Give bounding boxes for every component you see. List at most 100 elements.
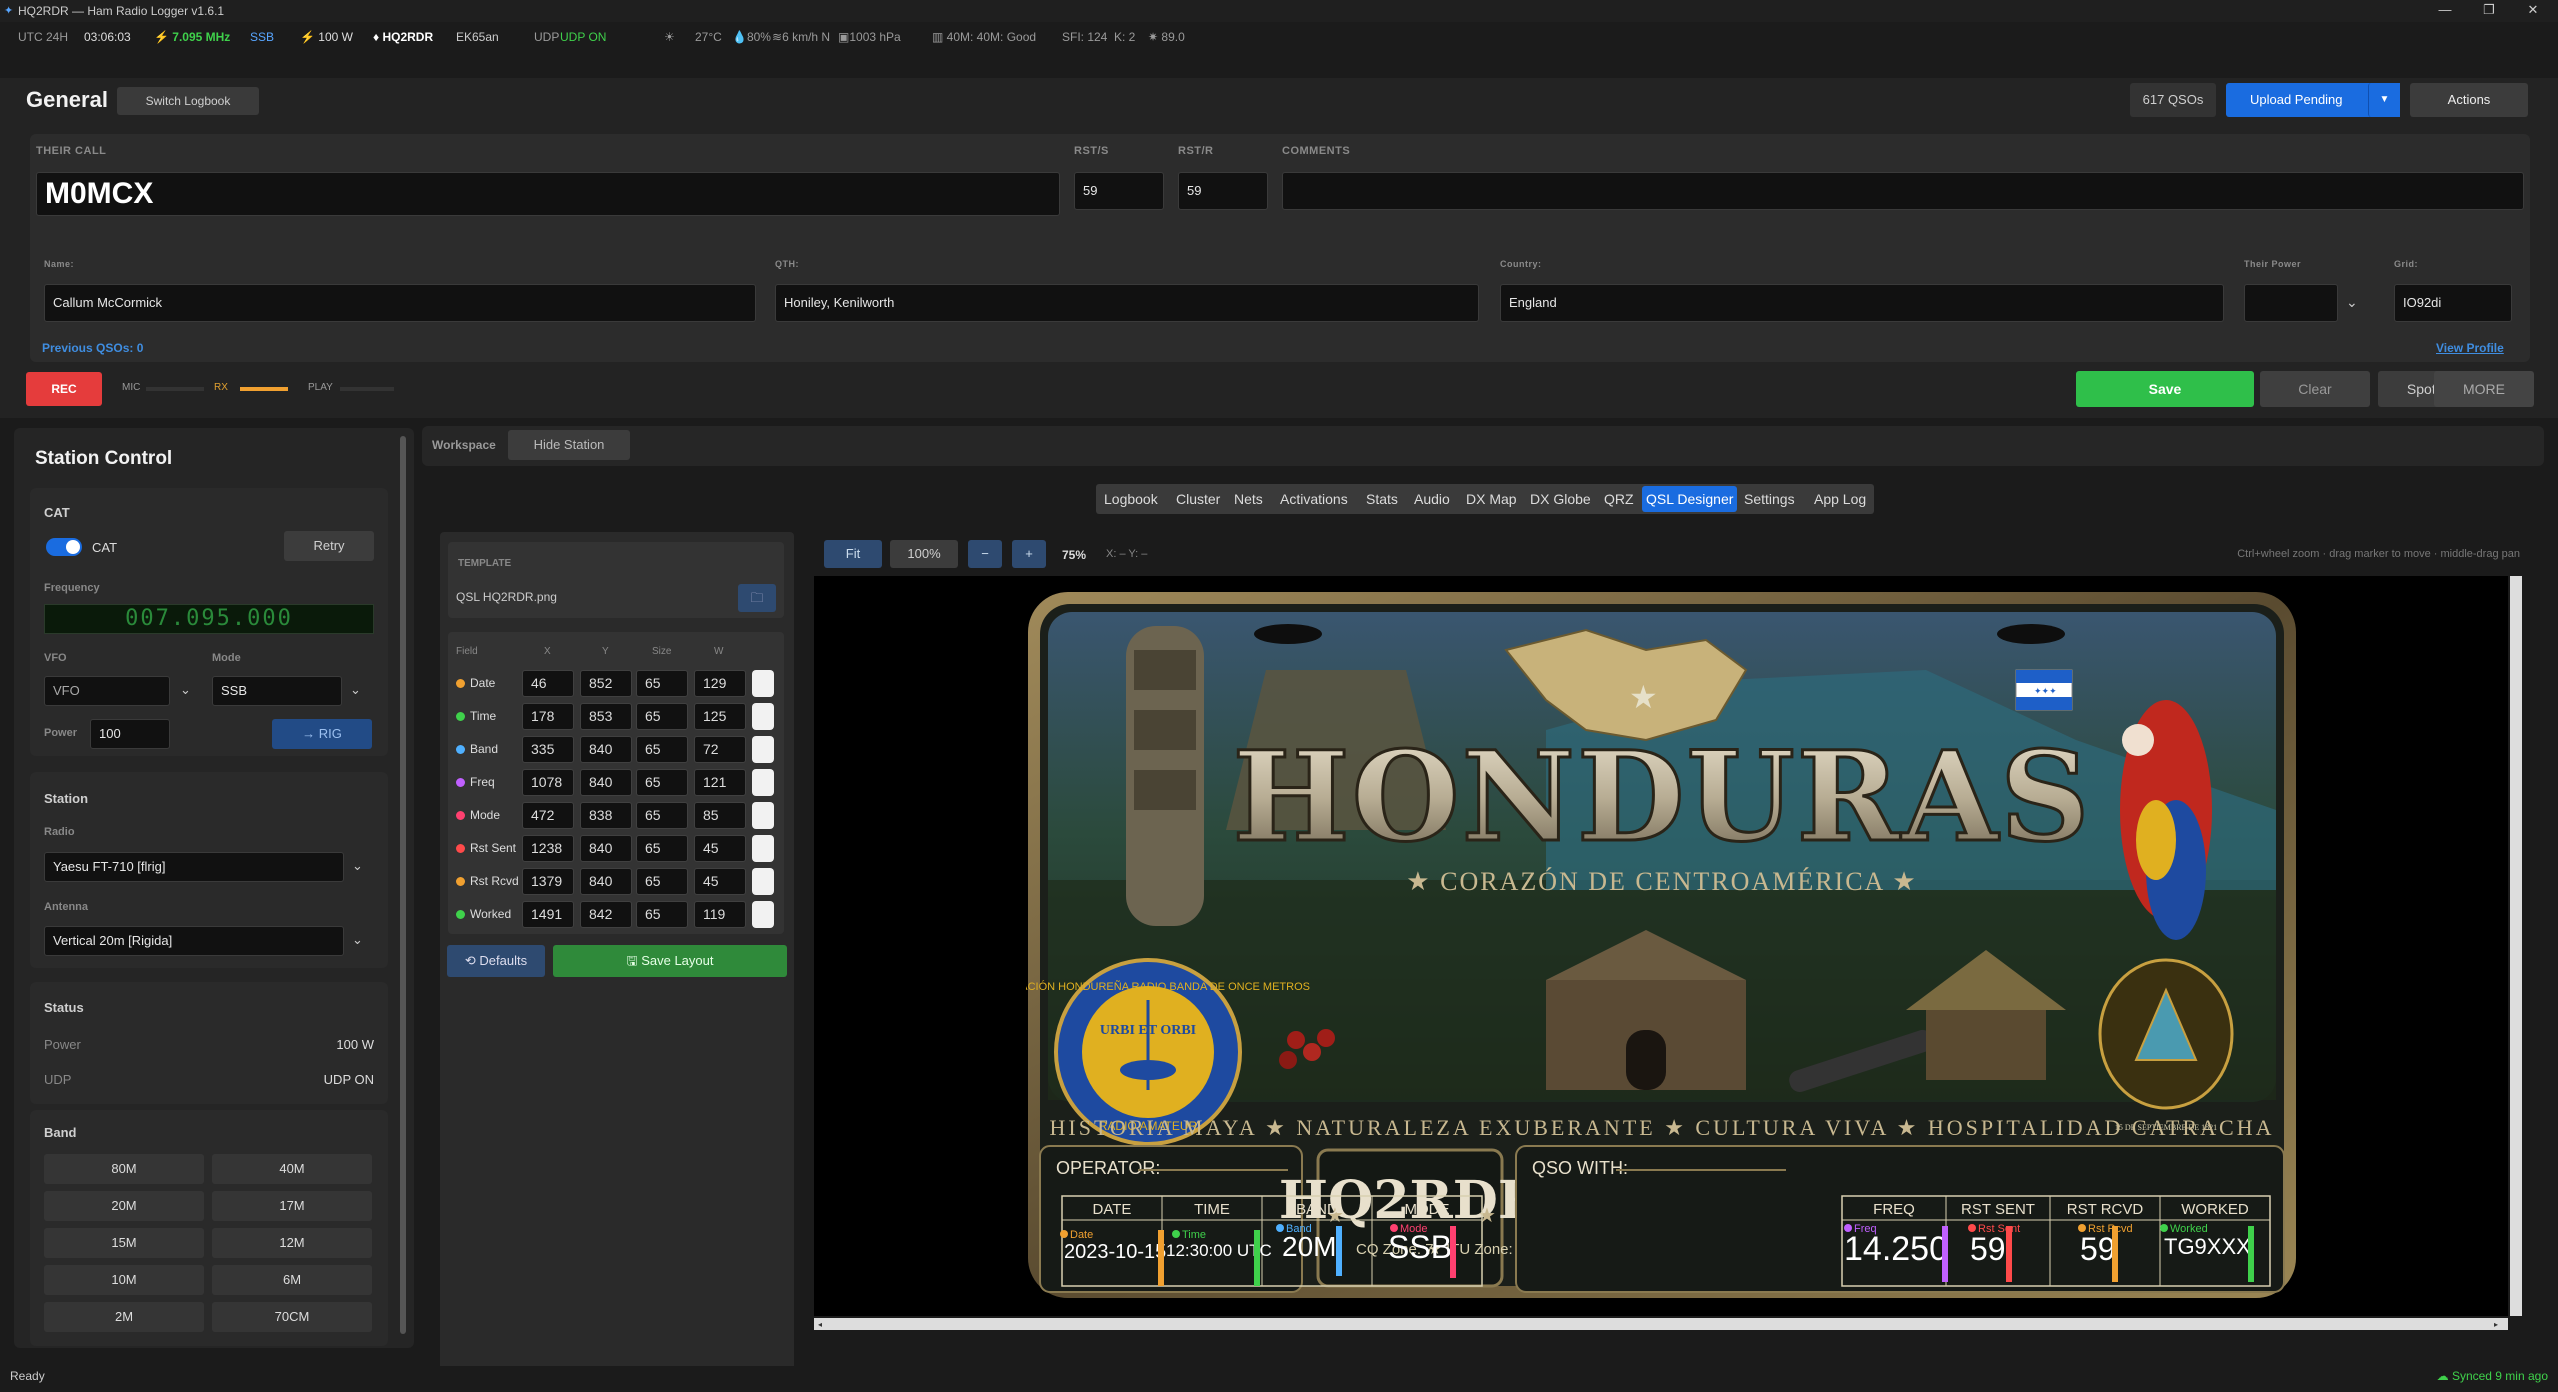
close-button[interactable]: ✕ bbox=[2518, 2, 2548, 18]
mode-w-input[interactable]: 85 bbox=[694, 802, 746, 829]
frequency-display[interactable]: 007.095.000 bbox=[44, 604, 374, 634]
rst-rcvd-visible-checkbox[interactable] bbox=[752, 868, 774, 895]
save-button[interactable]: Save bbox=[2076, 371, 2254, 407]
worked-visible-checkbox[interactable] bbox=[752, 901, 774, 928]
tab-logbook[interactable]: Logbook bbox=[1100, 486, 1162, 512]
tab-stats[interactable]: Stats bbox=[1362, 486, 1402, 512]
power-input[interactable]: 100 bbox=[90, 719, 170, 749]
worked-y-input[interactable]: 842 bbox=[580, 901, 632, 928]
band-button-6m[interactable]: 6M bbox=[212, 1265, 372, 1295]
antenna-select[interactable]: Vertical 20m [Rigida] bbox=[44, 926, 344, 956]
qth-input[interactable]: Honiley, Kenilworth bbox=[775, 284, 1479, 322]
band-button-70cm[interactable]: 70CM bbox=[212, 1302, 372, 1332]
time-size-input[interactable]: 65 bbox=[636, 703, 688, 730]
minimize-button[interactable]: — bbox=[2430, 2, 2460, 17]
band-size-input[interactable]: 65 bbox=[636, 736, 688, 763]
mode-x-input[interactable]: 472 bbox=[522, 802, 574, 829]
rst-sent-size-input[interactable]: 65 bbox=[636, 835, 688, 862]
zoom-in-button[interactable]: + bbox=[1012, 540, 1046, 568]
worked-size-input[interactable]: 65 bbox=[636, 901, 688, 928]
hide-station-button[interactable]: Hide Station bbox=[508, 430, 630, 460]
date-w-input[interactable]: 129 bbox=[694, 670, 746, 697]
country-input[interactable]: England bbox=[1500, 284, 2224, 322]
rst-sent-w-input[interactable]: 45 bbox=[694, 835, 746, 862]
rst-rcvd-y-input[interactable]: 840 bbox=[580, 868, 632, 895]
rst-sent-x-input[interactable]: 1238 bbox=[522, 835, 574, 862]
switch-logbook-button[interactable]: Switch Logbook bbox=[117, 87, 259, 115]
time-visible-checkbox[interactable] bbox=[752, 703, 774, 730]
zoom-100-button[interactable]: 100% bbox=[890, 540, 958, 568]
band-y-input[interactable]: 840 bbox=[580, 736, 632, 763]
comments-input[interactable] bbox=[1282, 172, 2524, 210]
retry-button[interactable]: Retry bbox=[284, 531, 374, 561]
scroll-right-icon[interactable]: ▸ bbox=[2494, 1320, 2498, 1329]
rst-sent-visible-checkbox[interactable] bbox=[752, 835, 774, 862]
date-x-input[interactable]: 46 bbox=[522, 670, 574, 697]
defaults-button[interactable]: ⟲ Defaults bbox=[447, 945, 545, 977]
rst-rcvd-input[interactable]: 59 bbox=[1178, 172, 1268, 210]
mode-select[interactable]: SSB bbox=[212, 676, 342, 706]
time-y-input[interactable]: 853 bbox=[580, 703, 632, 730]
mode-size-input[interactable]: 65 bbox=[636, 802, 688, 829]
their-call-input[interactable]: M0MCX bbox=[36, 172, 1060, 216]
worked-x-input[interactable]: 1491 bbox=[522, 901, 574, 928]
worked-w-input[interactable]: 119 bbox=[694, 901, 746, 928]
rst-sent-y-input[interactable]: 840 bbox=[580, 835, 632, 862]
mode-visible-checkbox[interactable] bbox=[752, 802, 774, 829]
band-button-15m[interactable]: 15M bbox=[44, 1228, 204, 1258]
radio-select[interactable]: Yaesu FT-710 [flrig] bbox=[44, 852, 344, 882]
previous-qsos-link[interactable]: Previous QSOs: 0 bbox=[42, 341, 143, 355]
band-button-80m[interactable]: 80M bbox=[44, 1154, 204, 1184]
record-button[interactable]: REC bbox=[26, 372, 102, 406]
freq-y-input[interactable]: 840 bbox=[580, 769, 632, 796]
tab-dx-globe[interactable]: DX Globe bbox=[1526, 486, 1595, 512]
band-button-12m[interactable]: 12M bbox=[212, 1228, 372, 1258]
band-x-input[interactable]: 335 bbox=[522, 736, 574, 763]
freq-visible-checkbox[interactable] bbox=[752, 769, 774, 796]
band-button-17m[interactable]: 17M bbox=[212, 1191, 372, 1221]
their-power-select[interactable] bbox=[2244, 284, 2338, 322]
rst-sent-input[interactable]: 59 bbox=[1074, 172, 1164, 210]
folder-icon[interactable]: 🗀 bbox=[738, 584, 776, 612]
mode-y-input[interactable]: 838 bbox=[580, 802, 632, 829]
tab-qrz[interactable]: QRZ bbox=[1600, 486, 1638, 512]
scroll-left-icon[interactable]: ◂ bbox=[818, 1320, 822, 1329]
clear-button[interactable]: Clear bbox=[2260, 371, 2370, 407]
zoom-out-button[interactable]: − bbox=[968, 540, 1002, 568]
chevron-down-icon[interactable]: ⌄ bbox=[352, 858, 363, 874]
rst-rcvd-size-input[interactable]: 65 bbox=[636, 868, 688, 895]
maximize-button[interactable]: ❐ bbox=[2474, 2, 2504, 18]
qsl-card-image[interactable]: ★ ✦✦✦ HONDURAS ★ CORAZÓN DE CENTROAMÉRIC… bbox=[1026, 590, 2298, 1300]
rst-rcvd-w-input[interactable]: 45 bbox=[694, 868, 746, 895]
chevron-down-icon[interactable]: ⌄ bbox=[2346, 294, 2358, 311]
tab-cluster[interactable]: Cluster bbox=[1172, 486, 1224, 512]
more-button[interactable]: MORE bbox=[2434, 371, 2534, 407]
chevron-down-icon[interactable]: ⌄ bbox=[180, 682, 191, 698]
tab-dx-map[interactable]: DX Map bbox=[1462, 486, 1521, 512]
band-visible-checkbox[interactable] bbox=[752, 736, 774, 763]
canvas-vertical-scrollbar[interactable] bbox=[2510, 576, 2522, 1316]
band-button-10m[interactable]: 10M bbox=[44, 1265, 204, 1295]
tab-activations[interactable]: Activations bbox=[1276, 486, 1352, 512]
chevron-down-icon[interactable]: ⌄ bbox=[352, 932, 363, 948]
tab-qsl-designer[interactable]: QSL Designer bbox=[1642, 486, 1738, 512]
date-y-input[interactable]: 852 bbox=[580, 670, 632, 697]
send-to-rig-button[interactable]: → RIG bbox=[272, 719, 372, 749]
freq-size-input[interactable]: 65 bbox=[636, 769, 688, 796]
cat-toggle[interactable] bbox=[46, 538, 82, 556]
grid-input[interactable]: IO92di bbox=[2394, 284, 2512, 322]
tab-app-log[interactable]: App Log bbox=[1810, 486, 1870, 512]
time-w-input[interactable]: 125 bbox=[694, 703, 746, 730]
rst-rcvd-x-input[interactable]: 1379 bbox=[522, 868, 574, 895]
band-button-2m[interactable]: 2M bbox=[44, 1302, 204, 1332]
name-input[interactable]: Callum McCormick bbox=[44, 284, 756, 322]
band-button-40m[interactable]: 40M bbox=[212, 1154, 372, 1184]
vfo-select[interactable]: VFO bbox=[44, 676, 170, 706]
save-layout-button[interactable]: 🖫 Save Layout bbox=[553, 945, 787, 977]
tab-settings[interactable]: Settings bbox=[1740, 486, 1799, 512]
actions-button[interactable]: Actions bbox=[2410, 83, 2528, 117]
band-button-20m[interactable]: 20M bbox=[44, 1191, 204, 1221]
fit-button[interactable]: Fit bbox=[824, 540, 882, 568]
tab-audio[interactable]: Audio bbox=[1410, 486, 1454, 512]
freq-w-input[interactable]: 121 bbox=[694, 769, 746, 796]
